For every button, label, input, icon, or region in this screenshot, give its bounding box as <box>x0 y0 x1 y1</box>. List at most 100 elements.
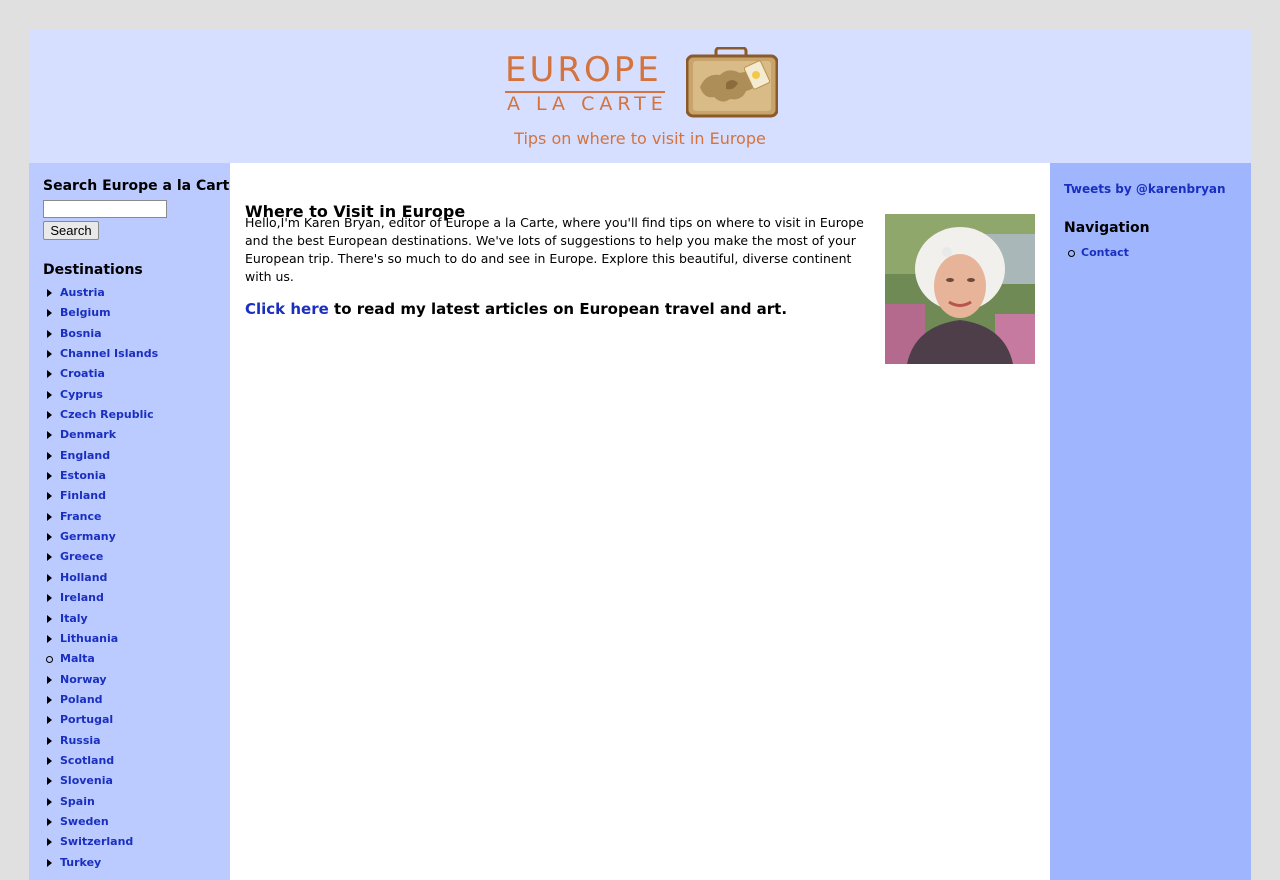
destination-link[interactable]: Ireland <box>60 591 104 604</box>
destination-link[interactable]: Norway <box>60 673 107 686</box>
expand-arrow-icon <box>47 350 52 359</box>
expand-arrow-icon <box>47 614 52 623</box>
destination-item: Switzerland <box>43 832 158 852</box>
expand-arrow-icon <box>47 777 52 786</box>
destination-link[interactable]: Malta <box>60 652 95 665</box>
destination-link[interactable]: Bosnia <box>60 327 102 340</box>
expand-arrow-icon <box>47 309 52 318</box>
expand-arrow-icon <box>47 716 52 725</box>
bullet-circle-icon <box>46 656 53 664</box>
destination-link[interactable]: Finland <box>60 489 106 502</box>
destination-item: Bosnia <box>43 324 158 344</box>
destination-item: Sweden <box>43 812 158 832</box>
destination-link[interactable]: Holland <box>60 571 107 584</box>
search-input[interactable] <box>43 200 167 218</box>
author-photo <box>885 214 1035 364</box>
expand-arrow-icon <box>47 817 52 826</box>
destination-item: Lithuania <box>43 629 158 649</box>
destination-link[interactable]: Belgium <box>60 306 111 319</box>
destination-item: Estonia <box>43 466 158 486</box>
destination-item: Italy <box>43 609 158 629</box>
expand-arrow-icon <box>47 573 52 582</box>
destination-item: Ireland <box>43 588 158 608</box>
destination-item: Czech Republic <box>43 405 158 425</box>
navigation-title: Navigation <box>1064 220 1150 236</box>
destination-item: Germany <box>43 527 158 547</box>
destination-item: Slovenia <box>43 771 158 791</box>
expand-arrow-icon <box>47 289 52 297</box>
destination-link[interactable]: Italy <box>60 612 88 625</box>
destination-link[interactable]: Cyprus <box>60 388 103 401</box>
site-logo[interactable]: EUROPE A LA CARTE <box>505 47 780 119</box>
destination-link[interactable]: Portugal <box>60 713 113 726</box>
destination-link[interactable]: Channel Islands <box>60 347 158 360</box>
destination-link[interactable]: Spain <box>60 795 95 808</box>
destination-item: Belgium <box>43 303 158 323</box>
destination-item: France <box>43 507 158 527</box>
destination-link[interactable]: Greece <box>60 550 103 563</box>
expand-arrow-icon <box>47 329 52 338</box>
expand-arrow-icon <box>47 451 52 460</box>
destination-link[interactable]: Germany <box>60 530 116 543</box>
expand-arrow-icon <box>47 370 52 379</box>
destination-link[interactable]: Russia <box>60 734 101 747</box>
destination-link[interactable]: Croatia <box>60 367 105 380</box>
destination-link[interactable]: Turkey <box>60 856 101 869</box>
expand-arrow-icon <box>47 797 52 806</box>
expand-arrow-icon <box>47 594 52 603</box>
destination-link[interactable]: Scotland <box>60 754 114 767</box>
expand-arrow-icon <box>47 390 52 399</box>
destination-item: Cyprus <box>43 385 158 405</box>
promo-text: to read my latest articles on European t… <box>328 300 788 318</box>
destination-item: Poland <box>43 690 158 710</box>
nav-item: Contact <box>1064 243 1129 263</box>
navigation-list: Contact <box>1064 243 1129 263</box>
expand-arrow-icon <box>47 533 52 542</box>
destination-item: Malta <box>43 649 158 669</box>
expand-arrow-icon <box>47 472 52 481</box>
page: EUROPE A LA CARTE Tips on where to visit… <box>29 29 1251 880</box>
logo-line2: A LA CARTE <box>507 93 668 115</box>
left-sidebar: Search Europe a la Carte Search Destinat… <box>29 163 239 880</box>
destination-item: England <box>43 446 158 466</box>
site-tagline: Tips on where to visit in Europe <box>514 129 766 148</box>
destination-item: Russia <box>43 731 158 751</box>
destination-link[interactable]: France <box>60 510 101 523</box>
destination-link[interactable]: Slovenia <box>60 774 113 787</box>
nav-link[interactable]: Contact <box>1081 246 1129 259</box>
logo-line1: EUROPE <box>505 50 662 90</box>
expand-arrow-icon <box>47 553 52 562</box>
main-content: Where to Visit in Europe Hello,I'm Karen… <box>230 163 1050 880</box>
destination-link[interactable]: Austria <box>60 286 105 299</box>
destination-item: Norway <box>43 670 158 690</box>
destination-link[interactable]: Denmark <box>60 428 116 441</box>
destination-item: Denmark <box>43 425 158 445</box>
expand-arrow-icon <box>47 492 52 501</box>
destination-link[interactable]: Switzerland <box>60 835 133 848</box>
destination-link[interactable]: Estonia <box>60 469 106 482</box>
expand-arrow-icon <box>47 431 52 440</box>
tweets-link[interactable]: Tweets by @karenbryan <box>1064 182 1226 196</box>
expand-arrow-icon <box>47 695 52 704</box>
promo-line: Click here to read my latest articles on… <box>245 300 787 318</box>
expand-arrow-icon <box>47 512 52 521</box>
suitcase-map-icon <box>686 47 778 118</box>
destination-item: Holland <box>43 568 158 588</box>
right-sidebar: Tweets by @karenbryan Navigation Contact <box>1050 163 1251 880</box>
search-button[interactable]: Search <box>43 221 99 240</box>
destination-link[interactable]: Poland <box>60 693 103 706</box>
destination-link[interactable]: Sweden <box>60 815 109 828</box>
destination-item: Scotland <box>43 751 158 771</box>
search-block-title: Search Europe a la Carte <box>43 178 239 194</box>
intro-paragraph: Hello,I'm Karen Bryan, editor of Europe … <box>245 215 864 284</box>
expand-arrow-icon <box>47 736 52 745</box>
destinations-list: Austria Belgium Bosnia Channel Islands Croat… <box>43 283 158 873</box>
destination-link[interactable]: England <box>60 449 110 462</box>
destination-link[interactable]: Czech Republic <box>60 408 154 421</box>
destination-link[interactable]: Lithuania <box>60 632 118 645</box>
click-here-link[interactable]: Click here <box>245 300 329 318</box>
expand-arrow-icon <box>47 756 52 765</box>
destination-item: Greece <box>43 547 158 567</box>
destinations-title: Destinations <box>43 262 143 278</box>
destination-item: Finland <box>43 486 158 506</box>
